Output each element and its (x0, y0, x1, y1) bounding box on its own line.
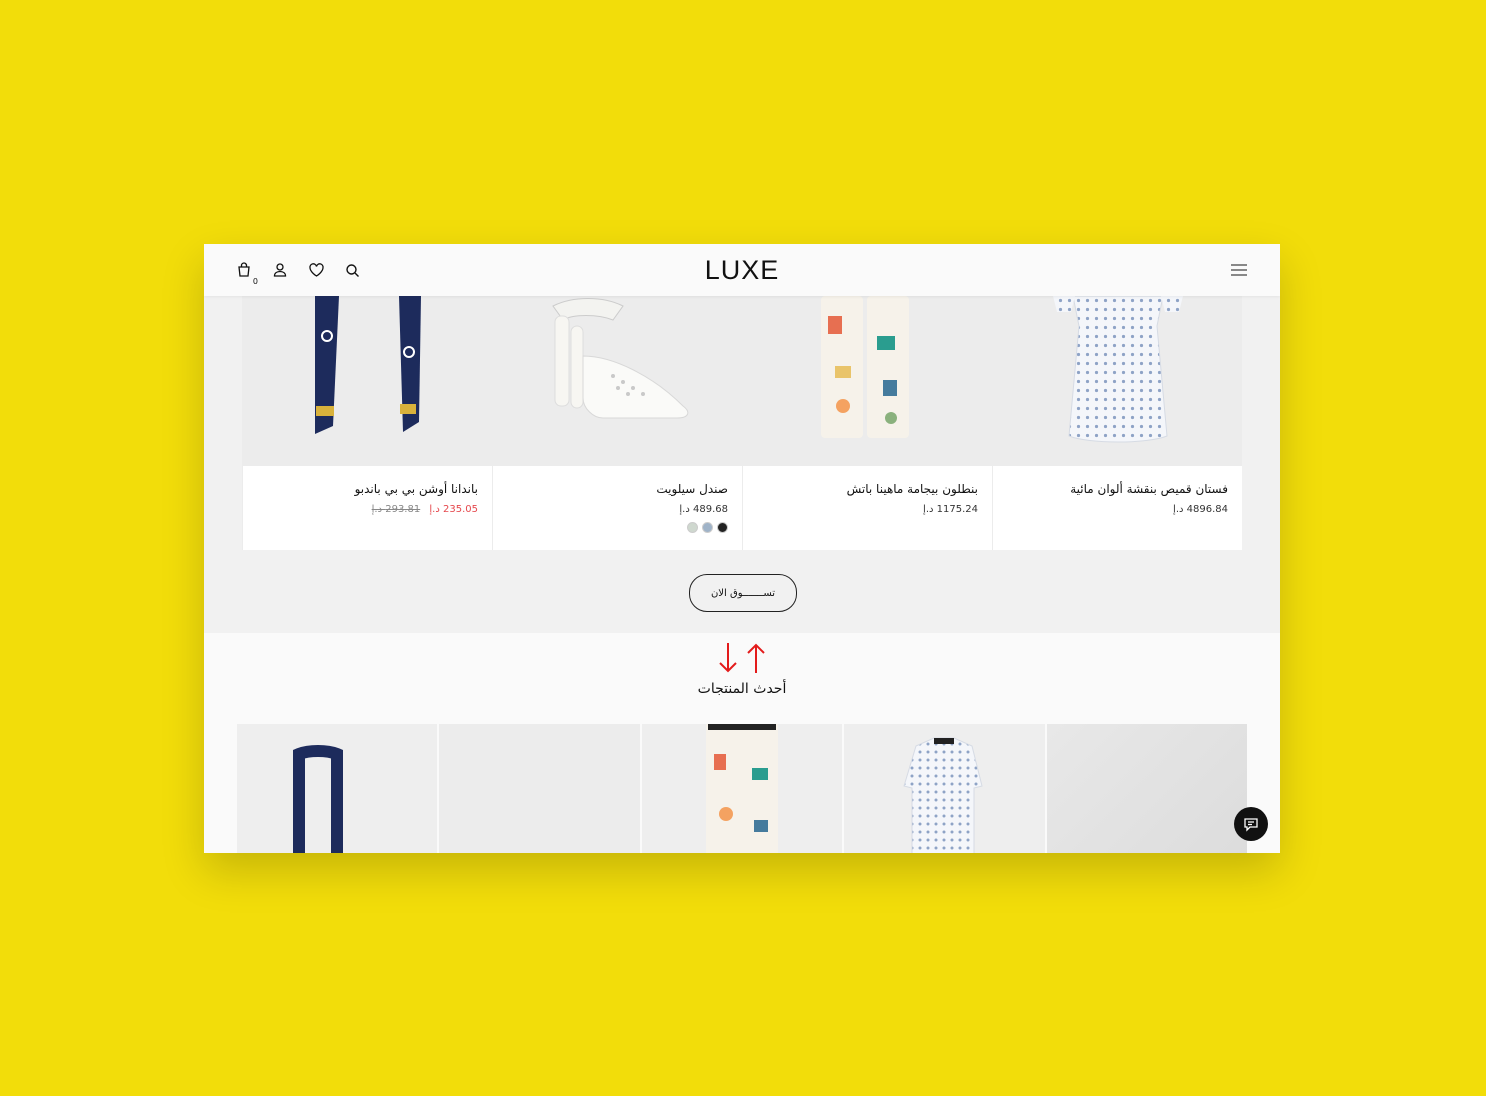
chat-button[interactable] (1234, 807, 1268, 841)
product-name[interactable]: فستان قميص بنقشة ألوان مائية (1007, 482, 1228, 496)
site-header: 0 LUXE (204, 244, 1280, 296)
latest-products-title: أحدث المنتجات (697, 681, 787, 697)
color-swatch[interactable] (702, 522, 713, 533)
old-price: 293.81 د.إ (371, 504, 421, 515)
price-value: 1175.24 د.إ (923, 504, 978, 515)
site-logo[interactable]: LUXE (204, 255, 1280, 286)
product-card[interactable]: بنطلون بيجامة ماهينا باتش 1175.24 د.إ (742, 296, 992, 550)
latest-products-grid (237, 724, 1248, 853)
menu-button[interactable] (1230, 262, 1248, 281)
product-image-sandal[interactable] (493, 296, 742, 466)
price-value: 4896.84 د.إ (1173, 504, 1228, 515)
product-card[interactable]: باندانا أوشن بي بي باندبو 235.05 د.إ 293… (242, 296, 492, 550)
browser-window: 0 LUXE فستان قميص بنقشة ألوان مائية 4896… (204, 244, 1280, 853)
product-price: 4896.84 د.إ (1007, 504, 1228, 515)
chat-icon (1244, 818, 1258, 832)
latest-product-tile[interactable] (237, 724, 438, 853)
shop-now-button[interactable]: تســـــــوق الان (689, 574, 797, 612)
product-price: 489.68 د.إ (507, 504, 728, 515)
product-info: فستان قميص بنقشة ألوان مائية 4896.84 د.إ (993, 466, 1242, 550)
product-price: 235.05 د.إ 293.81 د.إ (257, 504, 478, 515)
product-info: باندانا أوشن بي بي باندبو 235.05 د.إ 293… (243, 466, 492, 550)
product-image-dress[interactable] (993, 296, 1242, 466)
color-swatch[interactable] (687, 522, 698, 533)
latest-product-tile[interactable] (844, 724, 1045, 853)
product-card[interactable]: صندل سيلويت 489.68 د.إ (492, 296, 742, 550)
sale-price: 235.05 د.إ (429, 504, 478, 515)
featured-products-section: فستان قميص بنقشة ألوان مائية 4896.84 د.إ… (204, 296, 1280, 633)
latest-product-tile[interactable] (641, 724, 843, 853)
hamburger-icon (1231, 264, 1247, 276)
latest-products-section: أحدث المنتجات (204, 633, 1280, 853)
color-swatches (507, 522, 728, 533)
product-info: صندل سيلويت 489.68 د.إ (493, 466, 742, 550)
price-value: 489.68 د.إ (679, 504, 728, 515)
color-swatch[interactable] (717, 522, 728, 533)
product-price: 1175.24 د.إ (757, 504, 978, 515)
latest-product-tile[interactable] (439, 724, 640, 853)
product-name[interactable]: بنطلون بيجامة ماهينا باتش (757, 482, 978, 496)
product-image-pants[interactable] (743, 296, 992, 466)
product-card[interactable]: فستان قميص بنقشة ألوان مائية 4896.84 د.إ (992, 296, 1242, 550)
product-name[interactable]: صندل سيلويت (507, 482, 728, 496)
product-name[interactable]: باندانا أوشن بي بي باندبو (257, 482, 478, 496)
latest-product-tile[interactable] (1046, 724, 1248, 853)
product-row: فستان قميص بنقشة ألوان مائية 4896.84 د.إ… (242, 296, 1242, 550)
product-image-bandeau[interactable] (243, 296, 492, 466)
sort-arrows-icon[interactable] (716, 641, 768, 675)
product-info: بنطلون بيجامة ماهينا باتش 1175.24 د.إ (743, 466, 992, 550)
